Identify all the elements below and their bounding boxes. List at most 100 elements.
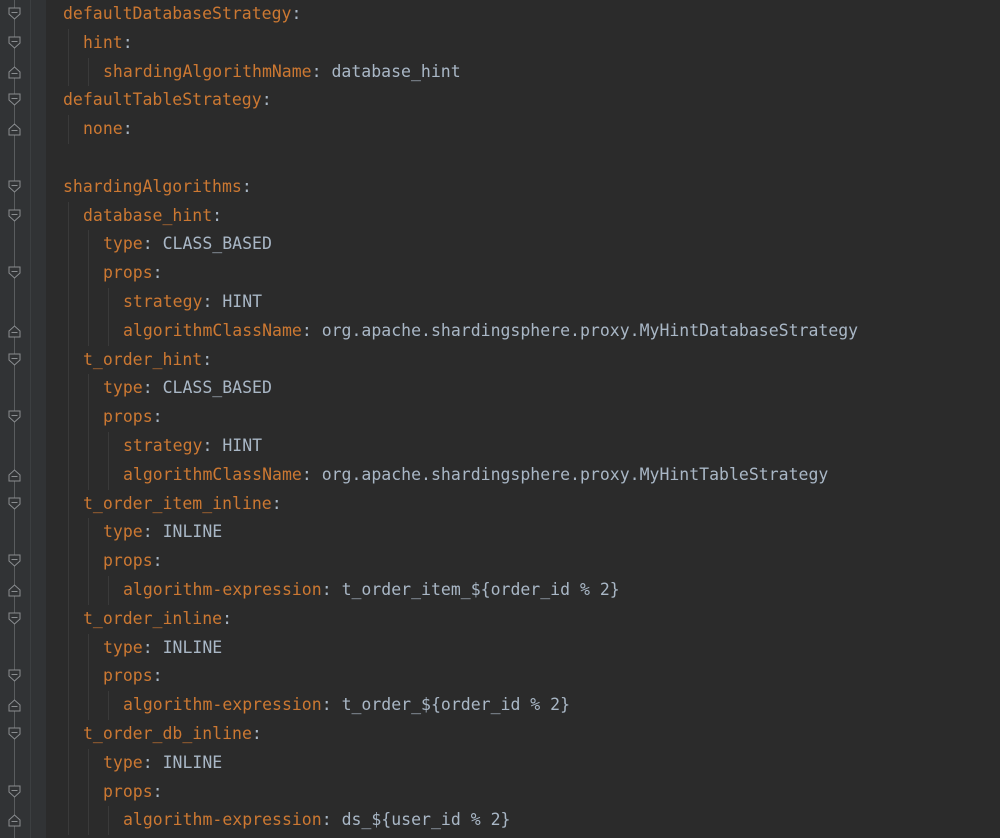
fold-close-icon[interactable] [8,65,21,79]
fold-close-icon[interactable] [8,698,21,712]
editor-gutter [0,0,46,838]
code-line[interactable]: t_order_item_inline: [83,490,282,519]
fold-open-icon[interactable] [8,410,21,424]
yaml-colon: : [142,234,153,254]
yaml-key: strategy [123,292,203,311]
code-line[interactable]: strategy: HINT [123,432,262,461]
code-line[interactable]: props: [103,259,163,288]
yaml-key: algorithmClassName [123,464,302,484]
code-line[interactable]: database_hint: [83,202,222,231]
yaml-value: INLINE [162,752,223,772]
yaml-colon: : [261,90,272,110]
yaml-value: ds_${user_id % 2} [341,810,511,830]
fold-open-icon[interactable] [8,727,21,741]
indent-guide [108,288,109,346]
code-line[interactable]: props: [103,778,163,807]
yaml-colon: : [271,493,282,513]
code-line[interactable]: props: [103,547,163,576]
fold-close-icon[interactable] [8,122,21,136]
yaml-colon: : [212,205,223,225]
yaml-colon: : [122,119,133,139]
code-line[interactable]: algorithmClassName: org.apache.shardings… [123,317,858,346]
yaml-value: INLINE [162,637,223,657]
code-line[interactable]: type: CLASS_BASED [103,374,272,403]
yaml-key: props [103,781,153,801]
yaml-key: t_order_inline [83,608,223,628]
fold-open-icon[interactable] [8,353,21,367]
code-line[interactable]: defaultTableStrategy: [63,86,272,115]
fold-open-icon[interactable] [8,93,21,107]
yaml-key: t_order_item_inline [83,493,272,513]
yaml-colon: : [152,263,163,283]
code-line[interactable]: defaultDatabaseStrategy: [63,0,301,29]
code-line[interactable]: strategy: HINT [123,288,262,317]
fold-open-icon[interactable] [8,209,21,223]
yaml-colon: : [311,61,322,81]
fold-close-icon[interactable] [8,813,21,827]
fold-open-icon[interactable] [8,266,21,280]
fold-open-icon[interactable] [8,785,21,799]
yaml-value: CLASS_BASED [162,378,272,398]
yaml-key: algorithm-expression [123,695,322,715]
yaml-key: props [103,666,153,686]
yaml-colon: : [321,580,332,599]
indent-guide [68,201,69,836]
code-line[interactable]: t_order_hint: [83,346,212,375]
fold-open-icon[interactable] [8,36,21,50]
code-line[interactable]: props: [103,662,163,691]
fold-open-icon[interactable] [8,497,21,511]
fold-open-icon[interactable] [8,554,21,568]
code-line[interactable]: algorithmClassName: org.apache.shardings… [123,461,828,490]
yaml-key: props [103,407,153,427]
yaml-value: CLASS_BASED [162,234,272,254]
yaml-colon: : [142,522,153,542]
yaml-value: org.apache.shardingsphere.proxy.MyHintDa… [321,320,859,340]
yaml-colon: : [142,637,153,657]
yaml-key: type [103,752,143,772]
yaml-key: defaultDatabaseStrategy [63,4,292,23]
indent-guide [88,230,89,346]
yaml-key: t_order_hint [83,349,203,369]
indent-guide [108,576,109,605]
fold-close-icon[interactable] [8,324,21,338]
yaml-key: algorithmClassName [123,320,302,340]
code-line[interactable]: type: CLASS_BASED [103,230,272,259]
yaml-value: t_order_${order_id % 2} [341,695,571,715]
code-line[interactable]: t_order_db_inline: [83,720,262,749]
fold-close-icon[interactable] [8,583,21,597]
code-line[interactable]: t_order_inline: [83,605,232,634]
fold-open-icon[interactable] [8,7,21,21]
code-line[interactable]: none: [83,115,133,144]
code-line[interactable]: shardingAlgorithms: [63,173,252,202]
fold-close-icon[interactable] [8,468,21,482]
yaml-colon: : [321,810,332,830]
yaml-colon: : [152,781,163,801]
yaml-colon: : [291,4,302,23]
yaml-key: none [83,119,123,139]
code-line[interactable]: algorithm-expression: t_order_${order_id… [123,691,570,720]
yaml-colon: : [142,378,153,398]
code-area[interactable]: defaultDatabaseStrategy: hint: shardingAlg… [46,0,1000,838]
indent-guide [88,374,89,490]
code-line[interactable]: hint: [83,29,133,58]
code-editor[interactable]: defaultDatabaseStrategy: hint: shardingAlg… [0,0,1000,838]
yaml-colon: : [202,292,213,311]
code-line[interactable]: algorithm-expression: ds_${user_id % 2} [123,806,510,835]
fold-open-icon[interactable] [8,180,21,194]
code-line[interactable]: type: INLINE [103,749,222,778]
code-line[interactable]: algorithm-expression: t_order_item_${ord… [123,576,620,605]
code-line[interactable]: type: INLINE [103,518,222,547]
indent-guide [68,115,69,144]
yaml-colon: : [202,436,213,455]
fold-open-icon[interactable] [8,669,21,683]
yaml-key: defaultTableStrategy [63,90,262,110]
code-line[interactable]: props: [103,403,163,432]
code-line[interactable]: shardingAlgorithmName: database_hint [103,58,461,87]
indent-guide [88,518,89,605]
yaml-colon: : [152,551,163,571]
yaml-colon: : [321,695,332,715]
yaml-colon: : [251,724,262,743]
fold-open-icon[interactable] [8,612,21,626]
code-line[interactable]: type: INLINE [103,634,222,663]
yaml-colon: : [301,320,312,340]
